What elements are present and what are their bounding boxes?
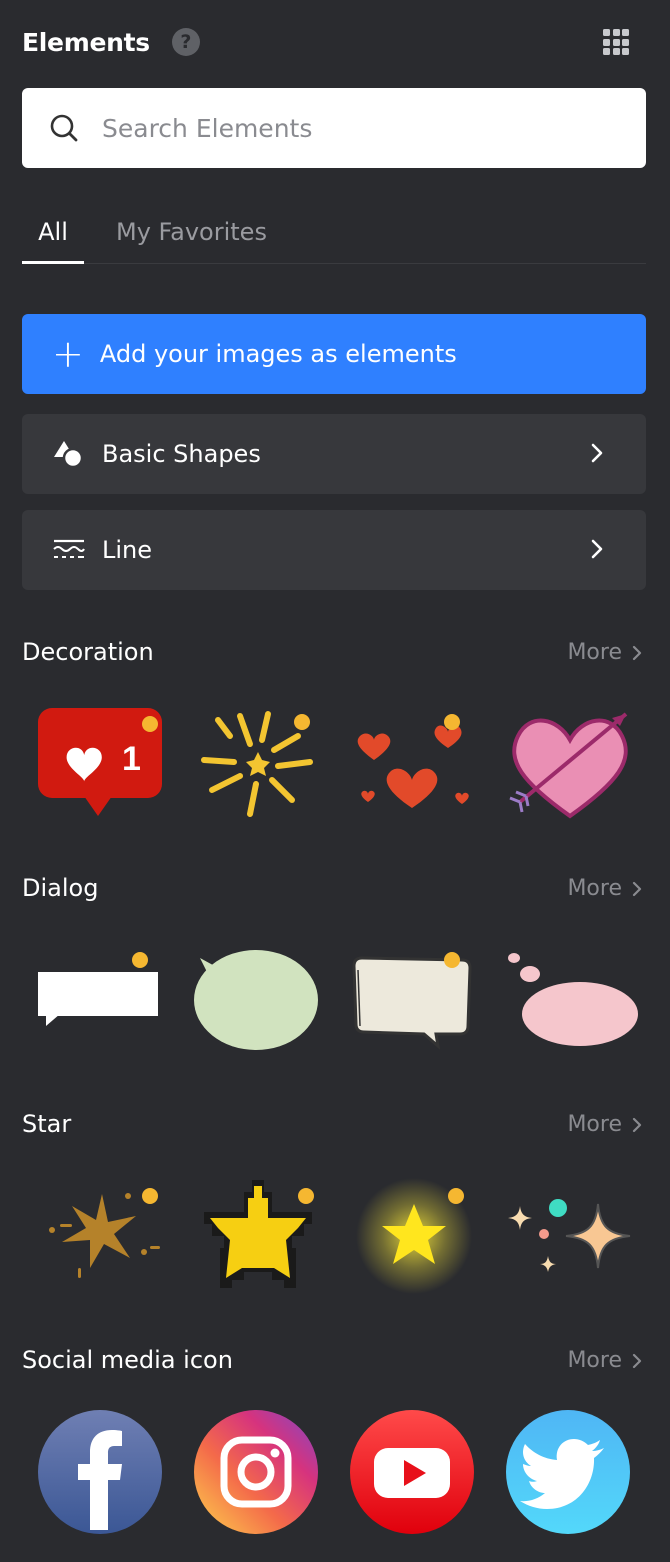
oval-speech-bubble-icon[interactable] <box>188 928 328 1068</box>
add-images-button[interactable]: + Add your images as elements <box>22 314 646 394</box>
thought-bubble-icon[interactable] <box>500 928 640 1068</box>
pixel-star-icon[interactable] <box>188 1164 328 1304</box>
decoration-row: 1 <box>22 690 646 830</box>
panel-header: Elements ? <box>22 22 648 62</box>
like-count: 1 <box>122 740 141 778</box>
chevron-right-icon <box>632 881 642 896</box>
star-row <box>22 1164 646 1304</box>
sparkle-burst-icon[interactable] <box>188 690 328 830</box>
more-social-media-button[interactable]: More <box>567 1348 642 1373</box>
youtube-icon[interactable] <box>344 1402 484 1542</box>
rectangle-speech-bubble-icon[interactable] <box>32 928 172 1068</box>
sketch-speech-bubble-icon[interactable] <box>344 928 484 1068</box>
more-decoration-button[interactable]: More <box>567 640 642 665</box>
ink-splash-star-icon[interactable] <box>32 1164 172 1304</box>
social-media-row <box>22 1402 646 1542</box>
tab-all[interactable]: All <box>22 210 84 264</box>
section-title-dialog: Dialog <box>22 874 99 902</box>
chevron-right-icon <box>632 1117 642 1132</box>
hearts-icon[interactable] <box>344 690 484 830</box>
chevron-right-icon <box>591 539 603 559</box>
more-label: More <box>567 640 622 665</box>
line-label: Line <box>102 536 153 564</box>
line-row[interactable]: Line <box>22 510 646 590</box>
section-title-star: Star <box>22 1110 72 1138</box>
more-label: More <box>567 876 622 901</box>
section-title-social-media: Social media icon <box>22 1346 233 1374</box>
more-dialog-button[interactable]: More <box>567 876 642 901</box>
tab-my-favorites[interactable]: My Favorites <box>116 210 267 264</box>
chevron-right-icon <box>591 443 603 463</box>
basic-shapes-label: Basic Shapes <box>102 440 261 468</box>
chevron-right-icon <box>632 1353 642 1368</box>
more-star-button[interactable]: More <box>567 1112 642 1137</box>
section-title-decoration: Decoration <box>22 638 154 666</box>
line-style-icon <box>52 535 86 565</box>
glowing-star-icon[interactable] <box>344 1164 484 1304</box>
shapes-icon <box>52 439 86 469</box>
panel-title: Elements <box>22 27 150 57</box>
search-icon <box>50 114 78 142</box>
search-input[interactable] <box>102 113 582 143</box>
facebook-icon[interactable] <box>32 1402 172 1542</box>
heart-arrow-icon[interactable] <box>500 690 640 830</box>
more-label: More <box>567 1112 622 1137</box>
like-notification-icon[interactable]: 1 <box>32 690 172 830</box>
chevron-right-icon <box>632 645 642 660</box>
add-images-label: Add your images as elements <box>99 340 457 368</box>
twitter-icon[interactable] <box>500 1402 640 1542</box>
dialog-row <box>22 928 646 1068</box>
help-icon[interactable]: ? <box>171 28 200 56</box>
basic-shapes-row[interactable]: Basic Shapes <box>22 414 646 494</box>
instagram-icon[interactable] <box>188 1402 328 1542</box>
tab-bar: All My Favorites <box>22 210 646 264</box>
twinkle-stars-icon[interactable] <box>500 1164 640 1304</box>
plus-icon: + <box>52 332 84 376</box>
more-label: More <box>567 1348 622 1373</box>
apps-grid-icon[interactable] <box>603 29 629 55</box>
search-box[interactable] <box>22 88 646 168</box>
